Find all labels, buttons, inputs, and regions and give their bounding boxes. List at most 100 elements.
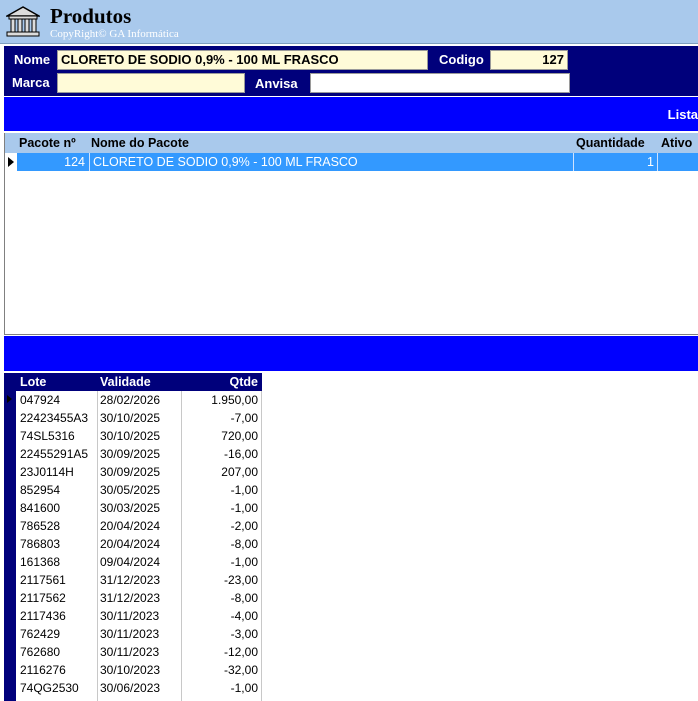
codigo-field[interactable]: 127 (490, 50, 568, 70)
nome-field[interactable]: CLORETO DE SODIO 0,9% - 100 ML FRASCO (57, 50, 428, 70)
cell-lote: 841600 (20, 501, 61, 515)
package-grid: Pacote nº Nome do Pacote Quantidade Ativ… (4, 133, 698, 335)
title-bar: Produtos CopyRight© GA Informática (0, 0, 698, 44)
grid-bottom-border (5, 334, 698, 335)
cell-lote: 762429 (20, 627, 61, 641)
cell-validade: 30/11/2023 (100, 609, 160, 623)
table-row[interactable]: 23J0114H 30/09/2025 207,00 (16, 463, 262, 481)
cell-lote: 2117562 (20, 591, 66, 605)
cell-lote: 2117561 (20, 573, 66, 587)
cell-quantidade: 1 (647, 155, 654, 169)
table-row[interactable]: 852954 30/05/2025 -1,00 (16, 481, 262, 499)
cell-qtde: 720,00 (221, 429, 258, 443)
marca-field[interactable] (57, 73, 245, 93)
cell-lote: 2116276 (20, 663, 66, 677)
cell-lote: 22423455A3 (20, 411, 89, 425)
cell-qtde: -12,00 (223, 645, 258, 659)
cell-validade: 30/09/2025 (100, 447, 161, 461)
table-row[interactable]: 762429 30/11/2023 -3,00 (16, 625, 262, 643)
window-title: Produtos (50, 4, 132, 28)
bank-icon (6, 6, 40, 37)
column-divider (181, 391, 182, 701)
cell-qtde: -23,00 (223, 573, 258, 587)
table-row[interactable]: 047924 28/02/2026 1.950,00 (16, 391, 262, 409)
header-validade[interactable]: Validade (100, 375, 151, 389)
lots-grid-header: Lote Validade Qtde (16, 373, 262, 391)
cell-validade: 30/11/2023 (100, 645, 160, 659)
cell-lote: 74SL5316 (20, 429, 75, 443)
table-row[interactable]: 161368 09/04/2024 -1,00 (16, 553, 262, 571)
nome-label: Nome (14, 52, 51, 67)
column-divider (89, 153, 90, 171)
copyright-text: CopyRight© GA Informática (50, 28, 179, 40)
cell-validade: 20/04/2024 (100, 519, 161, 533)
table-row[interactable]: 786528 20/04/2024 -2,00 (16, 517, 262, 535)
cell-qtde: -7,00 (230, 411, 258, 425)
cell-validade: 30/05/2025 (100, 483, 161, 497)
cell-validade: 30/06/2023 (100, 681, 161, 695)
list-band: Lista (4, 97, 698, 131)
column-divider (657, 153, 658, 171)
cell-validade: 30/03/2025 (100, 501, 161, 515)
cell-validade: 30/10/2025 (100, 411, 161, 425)
table-row[interactable]: 2117561 31/12/2023 -23,00 (16, 571, 262, 589)
cell-lote: 852954 (20, 483, 61, 497)
anvisa-field[interactable] (310, 73, 570, 93)
lista-label: Lista (667, 107, 698, 122)
cell-validade: 09/04/2024 (100, 555, 161, 569)
cell-validade: 31/12/2023 (100, 573, 161, 587)
cell-validade: 20/04/2024 (100, 537, 161, 551)
table-row[interactable]: 2117562 31/12/2023 -8,00 (16, 589, 262, 607)
table-row[interactable]: 762680 30/11/2023 -12,00 (16, 643, 262, 661)
cell-nome-pacote: CLORETO DE SODIO 0,9% - 100 ML FRASCO (93, 155, 358, 169)
cell-validade: 30/09/2025 (100, 465, 161, 479)
table-row[interactable]: 841600 30/03/2025 -1,00 (16, 499, 262, 517)
cell-lote: 762680 (20, 645, 61, 659)
cell-lote: 786803 (20, 537, 61, 551)
header-pacote[interactable]: Pacote nº (19, 136, 76, 150)
cell-qtde: -8,00 (230, 537, 258, 551)
cell-qtde: -2,00 (230, 519, 258, 533)
cell-validade: 28/02/2026 (100, 393, 161, 407)
cell-qtde: -1,00 (230, 501, 258, 515)
header-qtde[interactable]: Qtde (230, 375, 258, 389)
cell-qtde: 1.950,00 (211, 393, 258, 407)
header-ativo[interactable]: Ativo (661, 136, 692, 150)
cell-qtde: -3,00 (230, 627, 258, 641)
table-row[interactable]: 786803 20/04/2024 -8,00 (16, 535, 262, 553)
package-grid-header: Pacote nº Nome do Pacote Quantidade Ativ… (5, 133, 698, 153)
cell-pacote: 124 (64, 155, 85, 169)
cell-lote: 22455291A5 (20, 447, 89, 461)
column-divider (97, 391, 98, 701)
header-quantidade[interactable]: Quantidade (576, 136, 645, 150)
table-row[interactable]: 22455291A5 30/09/2025 -16,00 (16, 445, 262, 463)
table-row[interactable]: 2116276 30/10/2023 -32,00 (16, 661, 262, 679)
anvisa-label: Anvisa (255, 76, 298, 91)
cell-qtde: -4,00 (230, 609, 258, 623)
table-row[interactable]: 74QG2530 30/06/2023 -1,00 (16, 679, 262, 697)
current-row-arrow-icon (8, 157, 14, 167)
cell-lote: 161368 (20, 555, 61, 569)
cell-qtde: -1,00 (230, 555, 258, 569)
header-lote[interactable]: Lote (20, 375, 46, 389)
cell-validade: 30/11/2023 (100, 627, 160, 641)
cell-lote: 23J0114H (20, 465, 74, 479)
lots-grid: Lote Validade Qtde 047924 28/02/2026 1.950… (4, 373, 262, 701)
cell-qtde: -1,00 (230, 681, 258, 695)
cell-qtde: -8,00 (230, 591, 258, 605)
cell-lote: 2117436 (20, 609, 66, 623)
cell-qtde: -32,00 (223, 663, 258, 677)
table-row[interactable]: 124 CLORETO DE SODIO 0,9% - 100 ML FRASC… (17, 153, 698, 171)
cell-qtde: 207,00 (221, 465, 258, 479)
cell-lote: 74QG2530 (20, 681, 79, 695)
cell-validade: 31/12/2023 (100, 591, 161, 605)
marca-label: Marca (12, 75, 50, 90)
cell-validade: 30/10/2023 (100, 663, 161, 677)
table-row[interactable]: 22423455A3 30/10/2025 -7,00 (16, 409, 262, 427)
cell-qtde: -1,00 (230, 483, 258, 497)
current-row-arrow-icon (7, 395, 12, 403)
table-row[interactable]: 74SL5316 30/10/2025 720,00 (16, 427, 262, 445)
table-row[interactable]: 2117436 30/11/2023 -4,00 (16, 607, 262, 625)
header-nome-pacote[interactable]: Nome do Pacote (91, 136, 189, 150)
cell-validade: 30/10/2025 (100, 429, 161, 443)
